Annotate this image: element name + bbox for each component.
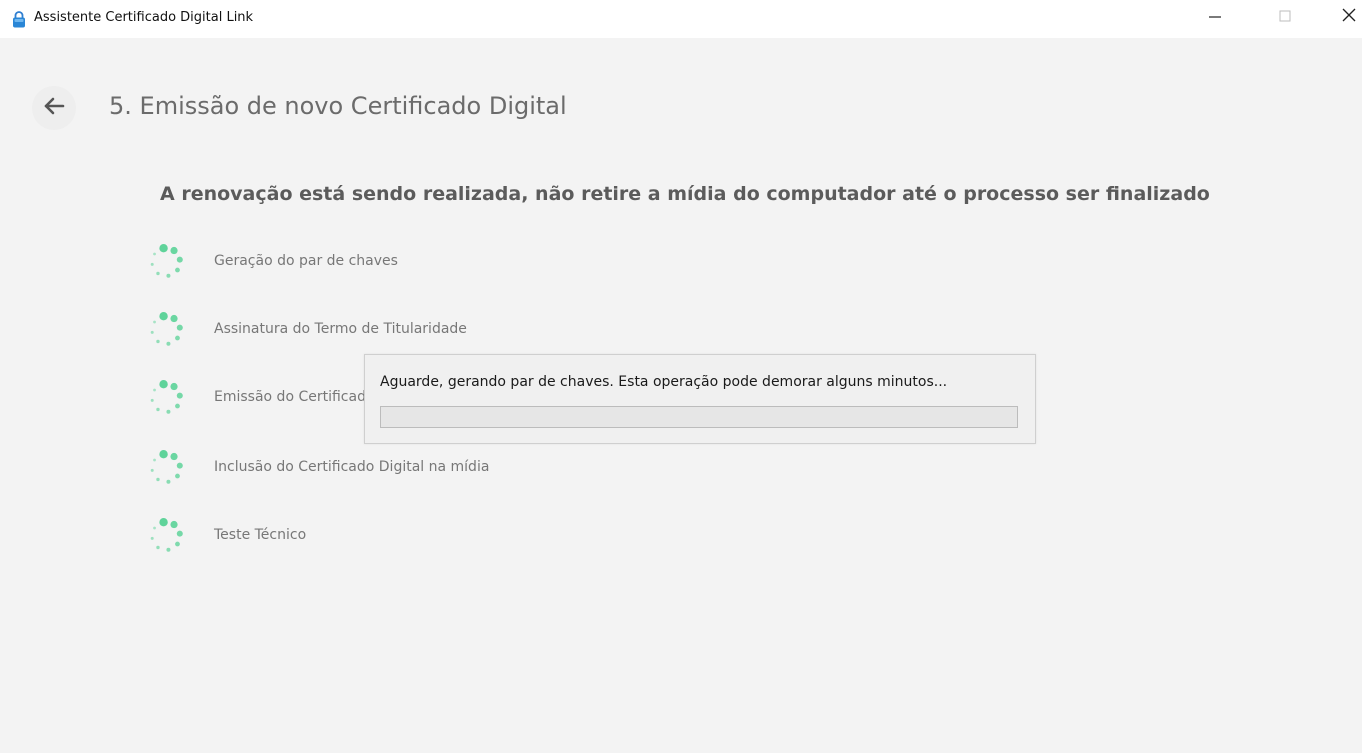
back-button[interactable] [32,86,76,130]
spinner-icon [144,306,192,354]
step-label: Geração do par de chaves [214,253,398,269]
step-item: Assinatura do Termo de Titularidade [144,306,644,354]
maximize-button[interactable] [1262,0,1308,34]
close-icon [1341,7,1357,27]
maximize-icon [1278,8,1292,27]
step-label: Inclusão do Certificado Digital na mídia [214,459,490,475]
progress-bar [380,406,1018,428]
lock-icon [12,10,26,28]
spinner-icon [144,512,192,560]
window-title: Assistente Certificado Digital Link [34,10,254,25]
spinner-icon [144,374,192,422]
spinner-icon [144,238,192,286]
step-item: Teste Técnico [144,512,644,560]
step-label: Assinatura do Termo de Titularidade [214,321,467,337]
step-label: Teste Técnico [214,527,307,543]
spinner-icon [144,444,192,492]
close-button[interactable] [1326,0,1362,34]
title-bar: Assistente Certificado Digital Link [0,0,1362,38]
minimize-button[interactable] [1192,0,1238,34]
progress-dialog: Aguarde, gerando par de chaves. Esta ope… [364,354,1036,444]
arrow-left-icon [43,97,65,119]
page-title: 5. Emissão de novo Certificado Digital [109,92,567,120]
app-window: Assistente Certificado Digital Link 5. E… [0,0,1362,753]
minimize-icon [1208,8,1222,27]
step-item: Inclusão do Certificado Digital na mídia [144,444,644,492]
progress-message: Aguarde, gerando par de chaves. Esta ope… [380,374,948,390]
step-item: Geração do par de chaves [144,238,644,286]
status-message: A renovação está sendo realizada, não re… [160,183,1210,205]
